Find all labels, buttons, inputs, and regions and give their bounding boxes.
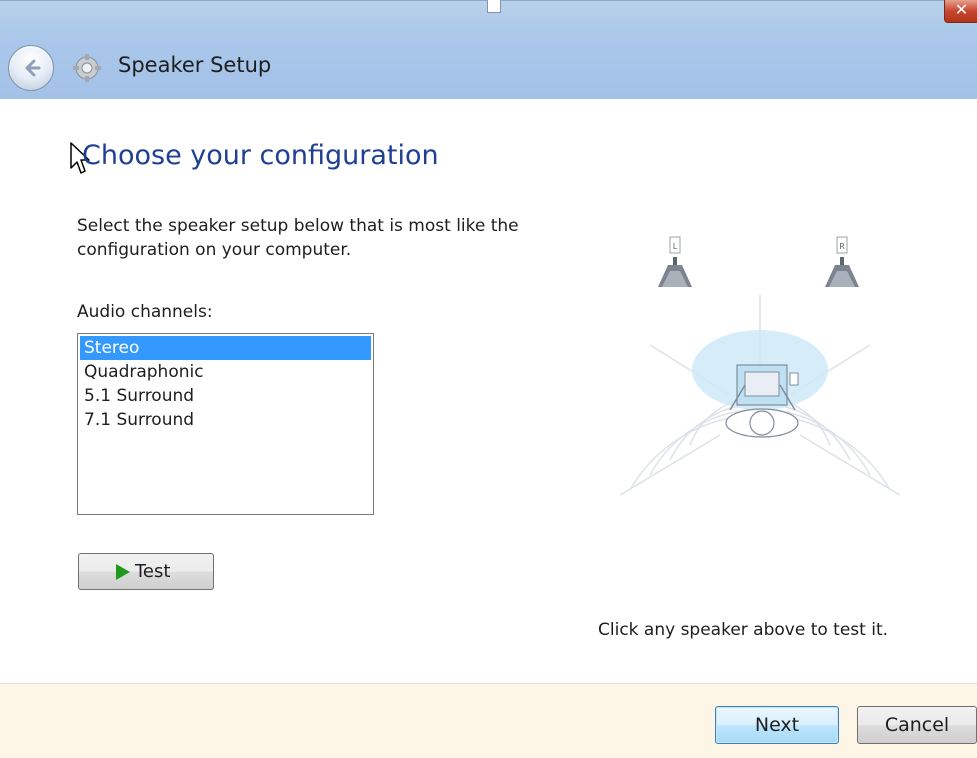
speaker-test-hint: Click any speaker above to test it. bbox=[598, 620, 889, 640]
list-item-quadraphonic[interactable]: Quadraphonic bbox=[80, 360, 371, 384]
back-button[interactable] bbox=[8, 45, 54, 91]
speaker-setup-gear-icon bbox=[72, 53, 102, 83]
list-item-7-1-surround[interactable]: 7.1 Surround bbox=[80, 408, 371, 432]
list-item-5-1-surround[interactable]: 5.1 Surround bbox=[80, 384, 371, 408]
resize-grip[interactable] bbox=[487, 0, 501, 13]
page-heading: Choose your configuration bbox=[82, 140, 439, 171]
test-button-label: Test bbox=[135, 561, 171, 582]
audio-channels-listbox[interactable]: Stereo Quadraphonic 5.1 Surround 7.1 Sur… bbox=[77, 333, 374, 515]
window-title: Speaker Setup bbox=[118, 53, 272, 77]
left-speaker-icon[interactable]: L bbox=[658, 236, 692, 287]
close-icon: ✕ bbox=[954, 0, 969, 19]
cancel-button[interactable]: Cancel bbox=[857, 706, 977, 744]
speaker-diagram: L R bbox=[619, 236, 901, 496]
next-button[interactable]: Next bbox=[715, 706, 839, 744]
right-speaker-label: R bbox=[839, 242, 845, 251]
right-speaker-icon[interactable]: R bbox=[825, 236, 859, 287]
left-speaker-label: L bbox=[673, 242, 678, 251]
instructions-text: Select the speaker setup below that is m… bbox=[77, 216, 519, 260]
close-button[interactable]: ✕ bbox=[944, 0, 977, 23]
title-bar bbox=[0, 0, 977, 99]
test-button[interactable]: Test bbox=[78, 553, 214, 590]
audio-channels-label: Audio channels: bbox=[77, 302, 213, 322]
list-item-stereo[interactable]: Stereo bbox=[80, 336, 371, 360]
back-arrow-icon bbox=[25, 59, 41, 77]
play-icon bbox=[116, 564, 130, 580]
